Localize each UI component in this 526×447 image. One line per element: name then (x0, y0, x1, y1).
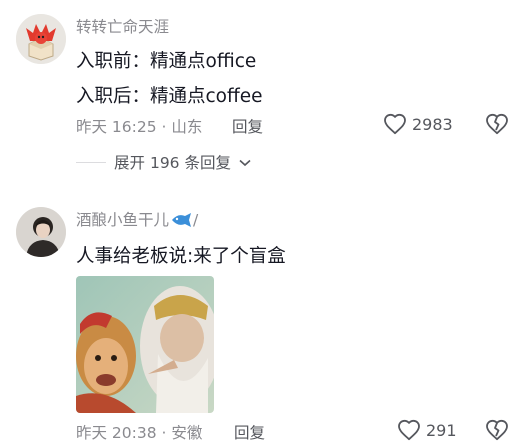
avatar[interactable] (16, 14, 66, 64)
expand-divider (76, 161, 106, 163)
username[interactable]: 酒酿小鱼干儿 / (76, 208, 198, 232)
comment-location: 安徽 (171, 424, 203, 442)
like-count: 2983 (412, 114, 453, 134)
avatar[interactable] (16, 207, 66, 257)
comment-location: 山东 (171, 118, 203, 136)
comment-time: 昨天 20:38 (76, 424, 157, 442)
dislike-button[interactable] (485, 419, 509, 445)
comment-text-line-1: 入职前：精通点office (76, 51, 257, 72)
heart-icon (397, 419, 421, 441)
expand-replies-label: 展开 196 条回复 (114, 154, 231, 172)
expand-replies-button[interactable]: 展开 196 条回复 (76, 151, 251, 173)
dislike-icon (485, 419, 509, 445)
dislike-button[interactable] (485, 113, 509, 139)
dislike-icon (485, 113, 509, 139)
reply-button[interactable]: 回复 (234, 421, 265, 443)
comment-meta: 昨天 16:25 · 山东 (76, 115, 202, 137)
comment-text-line-2: 入职后：精通点coffee (76, 86, 263, 107)
meta-separator: · (156, 424, 172, 442)
like-count: 291 (426, 420, 457, 440)
comment-meta: 昨天 20:38 · 安徽 (76, 421, 202, 443)
username[interactable]: 转转亡命天涯 (76, 15, 169, 37)
like-button[interactable]: 291 (397, 419, 457, 441)
like-button[interactable]: 2983 (383, 113, 453, 135)
fish-icon (170, 212, 192, 232)
heart-icon (383, 113, 407, 135)
comment-image[interactable] (76, 276, 214, 413)
comment-time: 昨天 16:25 (76, 118, 157, 136)
reply-button[interactable]: 回复 (232, 115, 263, 137)
meta-separator: · (156, 118, 172, 136)
comment-text-line-1: 人事给老板说:来了个盲盒 (76, 246, 286, 267)
chevron-down-icon (239, 153, 251, 171)
